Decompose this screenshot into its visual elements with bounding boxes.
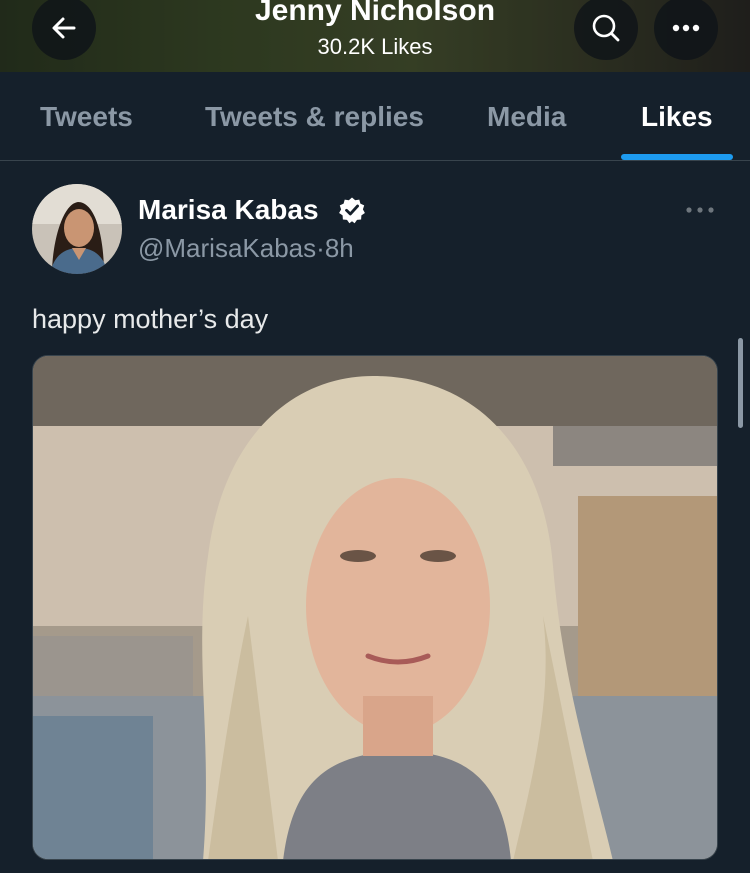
author-name[interactable]: Marisa Kabas (138, 194, 319, 226)
media-image (33, 356, 717, 859)
scrollbar[interactable] (738, 338, 743, 428)
profile-tabs: Tweets Tweets & replies Media Likes (0, 72, 750, 161)
author-handle[interactable]: @MarisaKabas (138, 233, 316, 263)
tab-tweets[interactable]: Tweets (40, 72, 133, 160)
likes-count: 30.2K Likes (317, 34, 433, 59)
avatar[interactable] (32, 184, 122, 274)
tweet-text: happy mother’s day (32, 304, 269, 334)
tab-media[interactable]: Media (487, 72, 566, 160)
search-icon (592, 14, 620, 42)
tab-likes[interactable]: Likes (641, 72, 713, 160)
verified-badge-icon (339, 197, 365, 224)
avatar-photo (32, 184, 122, 274)
tab-tweets-and-replies[interactable]: Tweets & replies (205, 72, 424, 160)
tweet-media[interactable] (32, 355, 718, 860)
more-horizontal-icon (672, 24, 700, 32)
active-tab-indicator (621, 154, 733, 160)
author-meta: @MarisaKabas·8h (138, 233, 354, 264)
meta-separator: · (316, 233, 325, 263)
tweet-time[interactable]: 8h (325, 233, 354, 263)
tweet-more-icon[interactable] (684, 200, 716, 220)
